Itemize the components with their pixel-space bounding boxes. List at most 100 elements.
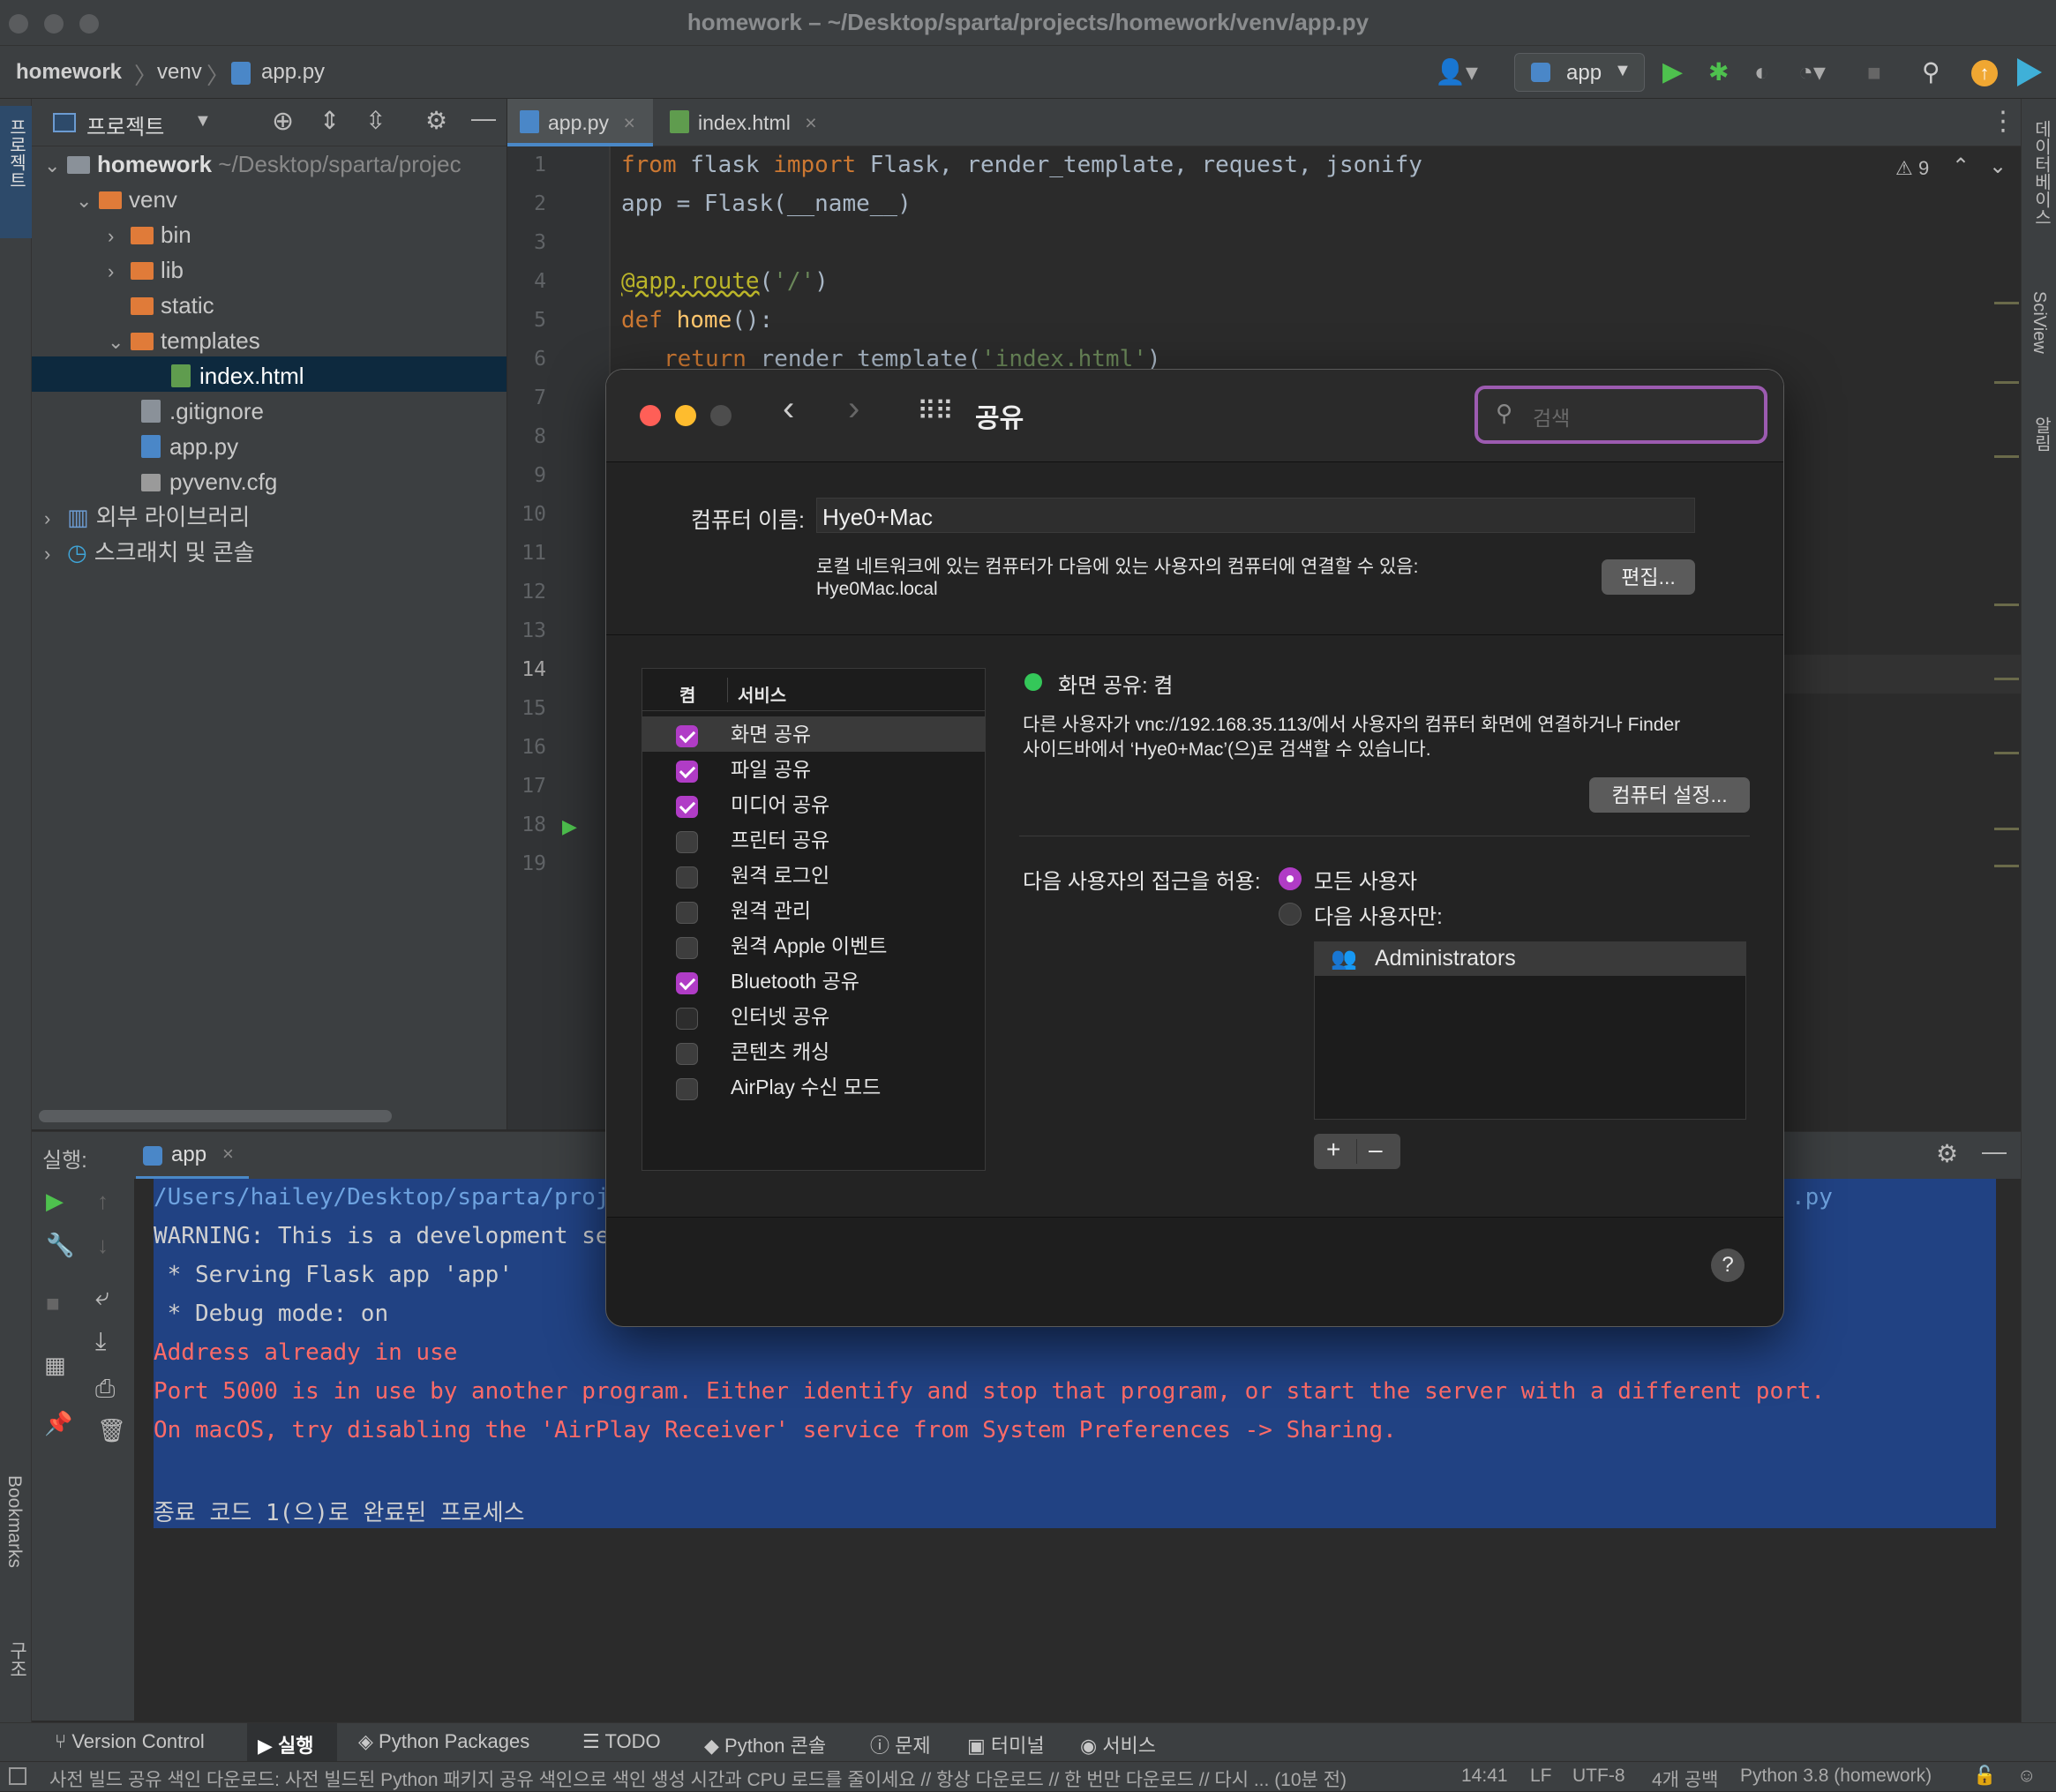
tab-services[interactable]: ◉ 서비스 (1080, 1730, 1156, 1758)
tab-run[interactable]: ▶ 실행 (258, 1730, 314, 1758)
update-icon[interactable]: ↑ (1971, 60, 1998, 86)
show-all-grid-icon[interactable]: ⠿⠿ (917, 396, 954, 427)
pin-icon[interactable]: 📌 (44, 1410, 72, 1437)
profile-icon[interactable]: ◔▾ (1798, 56, 1826, 88)
close-tab-icon[interactable]: × (222, 1143, 234, 1166)
wrench-icon[interactable]: 🔧 (46, 1232, 74, 1259)
service-checkbox[interactable] (676, 1078, 698, 1100)
service-row-bluetooth-sharing[interactable]: Bluetooth 공유 (642, 963, 985, 999)
close-dialog-button[interactable] (640, 405, 661, 426)
remove-user-button[interactable]: – (1369, 1136, 1383, 1164)
service-row-airplay-receiver[interactable]: AirPlay 수신 모드 (642, 1069, 985, 1105)
tab-python-console[interactable]: ◆ Python 콘솔 (704, 1730, 826, 1758)
add-user-button[interactable]: + (1326, 1136, 1340, 1164)
breadcrumb-project[interactable]: homework (16, 60, 122, 85)
tab-problems[interactable]: ⓘ 문제 (870, 1730, 931, 1758)
lock-icon[interactable]: 🔓 (1973, 1766, 1996, 1787)
tree-item-templates[interactable]: ⌄ templates (108, 323, 260, 358)
tree-item-external-libraries[interactable]: › ▥ 외부 라이브러리 (44, 499, 250, 535)
service-row-remote-login[interactable]: 원격 로그인 (642, 858, 985, 893)
service-row-remote-management[interactable]: 원격 관리 (642, 893, 985, 928)
search-input[interactable]: ⚲ 검색 (1474, 386, 1767, 444)
tab-terminal[interactable]: ▣ 터미널 (967, 1730, 1045, 1758)
tree-item-index-html[interactable]: index.html (171, 358, 304, 394)
computer-settings-button[interactable]: 컴퓨터 설정... (1589, 777, 1750, 813)
warning-count[interactable]: 9 (1918, 157, 1929, 180)
caret-position[interactable]: 14:41 (1461, 1766, 1508, 1787)
tree-item-gitignore[interactable]: .gitignore (141, 394, 264, 429)
chevron-down-icon[interactable]: ⌄ (1989, 154, 2007, 179)
close-tab-icon[interactable]: × (623, 111, 634, 134)
access-all-radio[interactable] (1279, 867, 1302, 890)
edit-button[interactable]: 편집... (1602, 559, 1695, 595)
gear-icon[interactable]: ⚙ (425, 106, 447, 135)
hide-panel-icon[interactable]: — (471, 104, 496, 132)
tab-app-py[interactable]: app.py × (507, 99, 653, 146)
hide-panel-icon[interactable]: — (1982, 1137, 2007, 1166)
rerun-icon[interactable]: ▶ (46, 1188, 64, 1215)
inspection-icon[interactable]: ☺ (2017, 1766, 2036, 1787)
coverage-icon[interactable]: ◐ (1754, 56, 1769, 88)
python-interpreter[interactable]: Python 3.8 (homework) (1740, 1766, 1932, 1787)
more-tabs-icon[interactable]: ⋮ (1990, 106, 2016, 137)
debug-icon[interactable]: ✱ (1708, 56, 1729, 88)
layout-icon[interactable]: ▦ (44, 1352, 66, 1379)
run-icon[interactable]: ▶ (1662, 56, 1683, 88)
breadcrumb-file[interactable]: app.py (261, 60, 325, 85)
minimize-dialog-button[interactable] (675, 405, 696, 426)
structure-tool-label[interactable]: 구조 (4, 1641, 30, 1678)
stop-icon[interactable]: ■ (1867, 56, 1881, 88)
chevron-down-icon[interactable]: ▼ (194, 111, 212, 131)
line-separator[interactable]: LF (1530, 1766, 1552, 1787)
run-gutter-icon[interactable]: ▶ (562, 815, 577, 838)
back-icon[interactable]: ‹ (783, 389, 794, 429)
expand-all-icon[interactable]: ⇕ (319, 106, 340, 135)
bookmarks-tool-label[interactable]: Bookmarks (4, 1475, 25, 1568)
status-message[interactable]: 사전 빌드 공유 색인 다운로드: 사전 빌드된 Python 패키지 공유 색… (49, 1766, 1426, 1792)
gear-icon[interactable]: ⚙ (1936, 1139, 1958, 1168)
run-config-selector[interactable]: app ▼ (1514, 53, 1645, 92)
service-checkbox[interactable] (676, 902, 698, 924)
print-icon[interactable]: ⎙ (95, 1375, 115, 1404)
help-button[interactable]: ? (1711, 1248, 1745, 1282)
service-checkbox[interactable] (676, 972, 698, 994)
scroll-to-end-icon[interactable]: ⤓ (95, 1327, 106, 1356)
tree-item-pyvenv-cfg[interactable]: pyvenv.cfg (141, 464, 277, 499)
tree-item-bin[interactable]: › bin (108, 217, 191, 252)
sciview-tool-label[interactable]: SciView (2029, 291, 2049, 354)
run-tab-app[interactable]: app × (136, 1132, 249, 1180)
locate-file-icon[interactable]: ⊕ (272, 106, 294, 137)
tree-item-static[interactable]: static (131, 288, 214, 323)
service-checkbox[interactable] (676, 937, 698, 959)
arrow-up-icon[interactable]: ↑ (97, 1188, 109, 1215)
database-tool-label[interactable]: 데이터베이스 (2029, 120, 2054, 226)
tree-item-homework[interactable]: ⌄ homework ~/Desktop/sparta/projec (44, 146, 461, 182)
service-row-remote-apple-events[interactable]: 원격 Apple 이벤트 (642, 928, 985, 963)
close-tab-icon[interactable]: × (805, 111, 816, 134)
arrow-down-icon[interactable]: ↓ (97, 1232, 109, 1259)
collapse-all-icon[interactable]: ⇳ (365, 106, 386, 135)
notifications-tool-label[interactable]: 알림 (2029, 416, 2054, 452)
vcs-user-icon[interactable]: 👤▾ (1435, 56, 1478, 88)
service-row-content-caching[interactable]: 콘텐츠 캐싱 (642, 1034, 985, 1069)
horizontal-scrollbar[interactable] (39, 1110, 392, 1122)
tab-todo[interactable]: ☰ TODO (582, 1730, 661, 1753)
service-checkbox[interactable] (676, 831, 698, 853)
service-checkbox[interactable] (676, 1043, 698, 1065)
tab-python-packages[interactable]: ◈ Python Packages (358, 1730, 529, 1753)
zoom-dialog-button[interactable] (710, 405, 732, 426)
file-encoding[interactable]: UTF-8 (1572, 1766, 1625, 1787)
service-row-internet-sharing[interactable]: 인터넷 공유 (642, 999, 985, 1034)
computer-name-field[interactable]: Hye0+Mac (816, 498, 1695, 533)
tab-index-html[interactable]: index.html × (657, 99, 834, 146)
service-checkbox[interactable] (676, 796, 698, 818)
service-checkbox[interactable] (676, 866, 698, 889)
service-row-media-sharing[interactable]: 미디어 공유 (642, 787, 985, 822)
service-checkbox[interactable] (676, 725, 698, 747)
chevron-up-icon[interactable]: ⌃ (1952, 154, 1970, 179)
toggle-tool-windows-icon[interactable] (9, 1767, 26, 1785)
project-tool-tab[interactable]: 프로젝트 (0, 106, 32, 238)
tab-version-control[interactable]: ⑂ Version Control (55, 1730, 205, 1753)
users-list-row[interactable]: 👥 Administrators (1315, 942, 1745, 976)
indent-setting[interactable]: 4개 공백 (1652, 1766, 1718, 1792)
